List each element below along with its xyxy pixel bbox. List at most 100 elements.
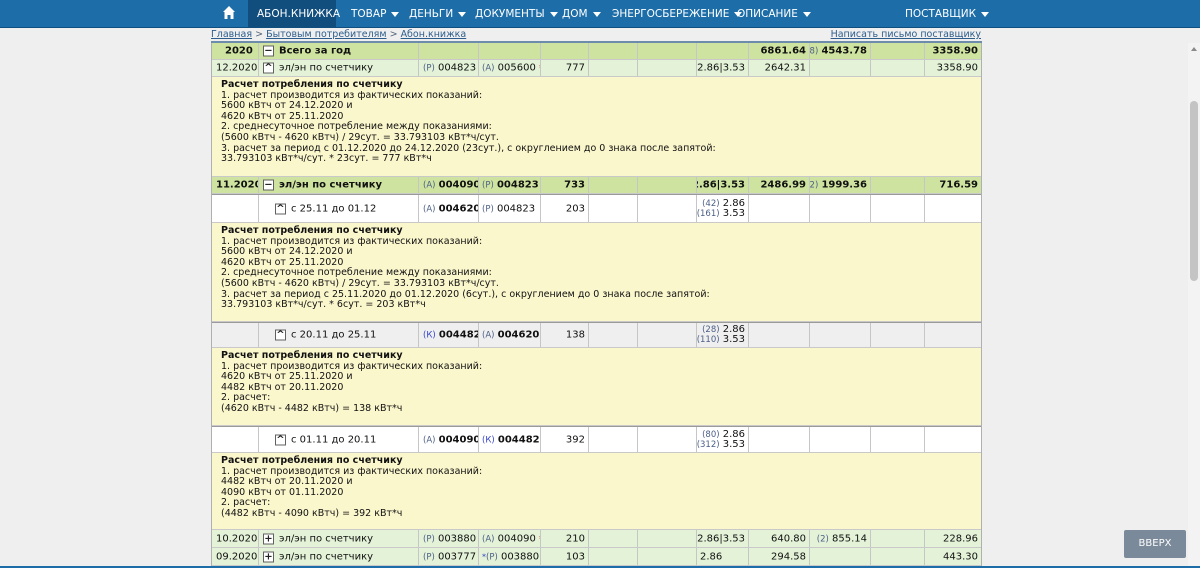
tariff-split: (42) 2.86 (161) 3.53: [697, 198, 745, 219]
kwh-night-badge: (312): [697, 439, 720, 450]
reading-type-badge: (А): [423, 180, 436, 191]
prev-reading: 004823: [437, 62, 477, 74]
note-line: 4090 кВтч от 01.11.2020: [221, 486, 344, 498]
nav-item-house[interactable]: ДОМ: [562, 0, 601, 28]
service-label: эл/эн по счетчику: [279, 533, 374, 544]
scroll-up-arrow-icon[interactable]: [1191, 47, 1197, 51]
note-line: (5600 кВтч - 4620 кВтч) / 29сут. = 33.79…: [221, 277, 499, 289]
month-period: 12.2020: [216, 62, 258, 74]
note-title: Расчет потребления по счетчику: [221, 225, 403, 236]
year-total-label: Всего за год: [279, 45, 352, 57]
reading-type-badge: (Р): [423, 63, 435, 74]
service-label: эл/эн по счетчику: [279, 62, 374, 74]
reading-type-badge: (Р): [482, 204, 494, 214]
nav-item-supplier[interactable]: ПОСТАВЩИК: [905, 0, 990, 28]
breadcrumb: Главная > Бытовым потребителям > Абон.кн…: [211, 29, 981, 40]
tariff-night: 3.53: [722, 334, 745, 345]
reading-type-badge: (Р): [423, 552, 435, 562]
consumption-kwh: 733: [564, 179, 585, 191]
breadcrumb-home[interactable]: Главная: [211, 29, 252, 40]
consumption-kwh: 392: [565, 434, 585, 445]
subperiod-row: ^ с 01.11 до 20.11 (А) 004090 (К) 004482…: [212, 426, 981, 453]
breadcrumb-consumers[interactable]: Бытовым потребителям: [266, 29, 386, 40]
consumption-kwh: 777: [565, 62, 585, 74]
reading-type-badge: (А): [482, 330, 495, 341]
cur-reading: 004620: [497, 329, 540, 341]
note-title: Расчет потребления по счетчику: [221, 79, 403, 90]
kwh-night-badge: (110): [697, 335, 720, 345]
year-paid-badge: (8): [810, 46, 819, 57]
tariff: 2.86|3.53: [697, 62, 745, 74]
breadcrumb-abon-book[interactable]: Абон.книжка: [401, 29, 467, 40]
scrollbar-thumb[interactable]: [1190, 101, 1198, 281]
year-paid-sum: 4543.78: [821, 45, 867, 57]
expand-note-toggle[interactable]: ^: [275, 329, 286, 341]
month-period: 09.2020: [216, 551, 258, 562]
debt: 443.30: [943, 551, 978, 562]
expand-note-toggle[interactable]: ^: [275, 434, 286, 445]
nav-item-documents[interactable]: ДОКУМЕНТЫ: [475, 0, 558, 28]
scrollbar[interactable]: [1188, 43, 1200, 568]
year-summary-row: 2020 − Всего за год 6861.64 (8) 4543.78 …: [212, 43, 981, 60]
collapse-month-toggle[interactable]: −: [263, 179, 274, 191]
home-icon[interactable]: [222, 5, 236, 21]
nav-item-abon-book[interactable]: АБОН.КНИЖКА: [248, 0, 340, 28]
expand-month-toggle[interactable]: +: [263, 533, 274, 544]
month-row: 09.2020 + эл/эн по счетчику (Р) 003777 *…: [212, 548, 981, 566]
note-line: 4482 кВтч от 20.11.2020: [221, 381, 344, 393]
tariff-split: (28) 2.86 (110) 3.53: [697, 325, 745, 346]
tariff: 2.86: [700, 551, 723, 562]
reading-type-badge: (Р): [486, 552, 498, 562]
calculation-note: Расчет потребления по счетчику 1. расчет…: [212, 348, 981, 426]
expand-note-toggle[interactable]: ^: [275, 203, 286, 214]
month-row: 10.2020 + эл/эн по счетчику (Р) 003880 (…: [212, 530, 981, 548]
year-debt: 3358.90: [932, 45, 978, 57]
subperiod-row: ^ с 25.11 до 01.12 (А) 004620 (Р) 004823…: [212, 194, 981, 223]
month-period: 10.2020: [216, 533, 258, 544]
charged-sum: 640.80: [771, 533, 806, 544]
tariff: 2.86|3.53: [697, 533, 745, 544]
paid-sum: 1999.36: [821, 179, 867, 191]
consumption-kwh: 103: [565, 551, 585, 562]
year-total-sum: 6861.64: [760, 45, 806, 57]
calculation-note: Расчет потребления по счетчику 1. расчет…: [212, 453, 981, 530]
year-label: 2020: [225, 45, 253, 57]
note-line: (4482 кВтч - 4090 кВтч) = 392 кВт*ч: [221, 507, 403, 519]
prev-reading: 003880: [437, 533, 477, 544]
cur-reading: 004090: [497, 533, 536, 544]
abon-book-table: 2020 − Всего за год 6861.64 (8) 4543.78 …: [211, 43, 982, 568]
subperiod-label: с 25.11 до 01.12: [291, 203, 377, 214]
note-title: Расчет потребления по счетчику: [221, 350, 403, 361]
nav-item-energy-saving[interactable]: ЭНЕРГОСБЕРЕЖЕНИЕ: [612, 0, 743, 28]
nav-item-description[interactable]: ОПИСАНИЕ: [737, 0, 811, 28]
prev-reading: 004482: [438, 329, 479, 341]
expand-note-toggle[interactable]: ^: [263, 62, 274, 74]
write-to-supplier-link[interactable]: Написать письмо поставщику: [831, 29, 981, 40]
debt: 228.96: [943, 533, 978, 544]
nav-item-money[interactable]: ДЕНЬГИ: [409, 0, 467, 28]
debt: 716.59: [939, 179, 978, 191]
reading-type-badge: (Р): [482, 180, 494, 191]
debt: 3358.90: [936, 62, 978, 74]
prev-reading: 004620: [438, 203, 479, 214]
month-row-expanded: 11.2020 − эл/эн по счетчику (А) 004090* …: [212, 177, 981, 194]
scroll-to-top-button[interactable]: ВВЕРХ: [1124, 530, 1186, 558]
charged-sum: 294.58: [771, 551, 806, 562]
reading-type-badge: (А): [423, 435, 436, 445]
service-label: эл/эн по счетчику: [279, 179, 383, 191]
calculation-note: Расчет потребления по счетчику 1. расчет…: [212, 77, 981, 177]
nav-item-goods[interactable]: ТОВАР: [351, 0, 400, 28]
tariff-split: (80) 2.86 (312) 3.53: [697, 429, 745, 450]
consumption-kwh: 210: [565, 533, 585, 544]
cur-reading: 004823: [496, 179, 539, 191]
chevron-down-icon: [802, 11, 811, 17]
service-label: эл/эн по счетчику: [279, 551, 374, 562]
note-line: 33.793103 кВт*ч/сут. * 6сут. = 203 кВт*ч: [221, 299, 426, 311]
collapse-year-toggle[interactable]: −: [263, 45, 274, 57]
chevron-down-icon: [981, 11, 990, 17]
tariff: 2.86|3.53: [697, 179, 745, 191]
expand-month-toggle[interactable]: +: [263, 551, 274, 562]
reading-type-badge: (К): [482, 435, 495, 445]
reading-type-badge: (А): [423, 204, 436, 214]
reading-type-badge: (А): [482, 534, 495, 544]
